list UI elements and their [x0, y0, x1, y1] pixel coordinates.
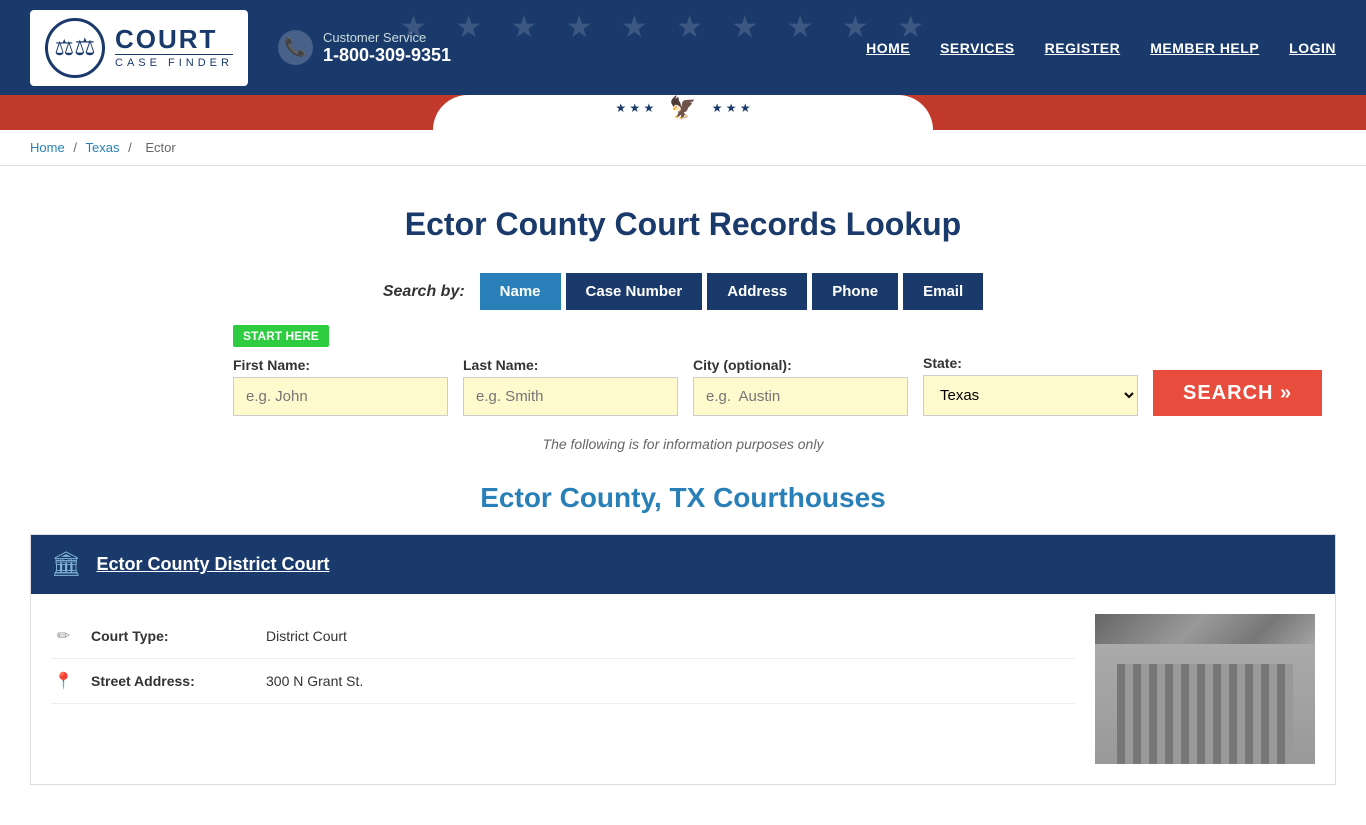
- court-type-label: Court Type:: [91, 628, 251, 644]
- nav-register[interactable]: REGISTER: [1045, 40, 1121, 56]
- first-name-group: First Name:: [233, 357, 448, 416]
- tab-name[interactable]: Name: [480, 273, 561, 310]
- tab-email[interactable]: Email: [903, 273, 983, 310]
- start-here-badge: START HERE: [233, 325, 329, 347]
- street-address-label: Street Address:: [91, 673, 251, 689]
- courthouse-body: ✏ Court Type: District Court 📍 Street Ad…: [31, 594, 1335, 784]
- city-label: City (optional):: [693, 357, 908, 373]
- breadcrumb-state[interactable]: Texas: [86, 140, 120, 155]
- nav-services[interactable]: SERVICES: [940, 40, 1015, 56]
- main-content: Ector County Court Records Lookup Search…: [0, 166, 1366, 825]
- phone-icon: 📞: [278, 30, 313, 65]
- tab-case-number[interactable]: Case Number: [566, 273, 703, 310]
- nav-home[interactable]: HOME: [866, 40, 910, 56]
- search-button[interactable]: SEARCH »: [1153, 370, 1322, 416]
- courthouse-details: ✏ Court Type: District Court 📍 Street Ad…: [51, 614, 1075, 764]
- main-nav: HOME SERVICES REGISTER MEMBER HELP LOGIN: [866, 40, 1336, 56]
- search-by-label: Search by:: [383, 283, 465, 301]
- first-name-label: First Name:: [233, 357, 448, 373]
- logo-court-label: COURT: [115, 26, 233, 52]
- customer-service-info: Customer Service 1-800-309-9351: [323, 30, 451, 66]
- search-section: Search by: Name Case Number Address Phon…: [233, 273, 1133, 452]
- nav-login[interactable]: LOGIN: [1289, 40, 1336, 56]
- street-address-row: 📍 Street Address: 300 N Grant St.: [51, 659, 1075, 704]
- courthouses-title: Ector County, TX Courthouses: [30, 482, 1336, 514]
- court-type-value: District Court: [266, 628, 347, 644]
- customer-service-phone: 1-800-309-9351: [323, 45, 451, 65]
- courthouse-image: [1095, 614, 1315, 764]
- courthouse-image-placeholder: [1095, 614, 1315, 764]
- courthouse-card: 🏛 Ector County District Court ✏ Court Ty…: [30, 534, 1336, 785]
- court-type-icon: ✏: [51, 626, 76, 646]
- search-form: First Name: Last Name: City (optional): …: [233, 355, 1133, 416]
- courthouse-icon: 🏛: [51, 550, 81, 579]
- breadcrumb-county: Ector: [145, 140, 175, 155]
- breadcrumb-sep-2: /: [128, 140, 135, 155]
- breadcrumb-home[interactable]: Home: [30, 140, 65, 155]
- breadcrumb: Home / Texas / Ector: [0, 130, 1366, 166]
- page-title: Ector County Court Records Lookup: [30, 206, 1336, 243]
- building-graphic: [1095, 644, 1315, 764]
- courthouse-name[interactable]: Ector County District Court: [96, 554, 329, 575]
- logo-text: COURT CASE FINDER: [115, 26, 233, 69]
- logo-case-finder-label: CASE FINDER: [115, 54, 233, 69]
- customer-service: 📞 Customer Service 1-800-309-9351: [278, 30, 451, 66]
- court-type-row: ✏ Court Type: District Court: [51, 614, 1075, 659]
- city-group: City (optional):: [693, 357, 908, 416]
- breadcrumb-sep-1: /: [73, 140, 80, 155]
- last-name-group: Last Name:: [463, 357, 678, 416]
- eagle-content: ★ ★ ★ 🦅 ★ ★ ★: [615, 95, 750, 121]
- street-address-value: 300 N Grant St.: [266, 673, 363, 689]
- eagle-stars-right: ★ ★ ★: [712, 101, 751, 115]
- address-icon: 📍: [51, 671, 76, 691]
- eagle-symbol: 🦅: [669, 95, 696, 121]
- first-name-input[interactable]: [233, 377, 448, 416]
- info-text: The following is for information purpose…: [233, 436, 1133, 452]
- nav-member-help[interactable]: MEMBER HELP: [1150, 40, 1259, 56]
- eagle-stars-left: ★ ★ ★: [615, 101, 654, 115]
- state-group: State: Texas Alabama Alaska Arizona Cali…: [923, 355, 1138, 416]
- eagle-banner: ★ ★ ★ 🦅 ★ ★ ★: [0, 95, 1366, 130]
- logo-link[interactable]: ⚖ COURT CASE FINDER: [30, 10, 248, 86]
- tab-address[interactable]: Address: [707, 273, 807, 310]
- site-header: ⚖ COURT CASE FINDER 📞 Customer Service 1…: [0, 0, 1366, 95]
- city-input[interactable]: [693, 377, 908, 416]
- search-by-row: Search by: Name Case Number Address Phon…: [233, 273, 1133, 310]
- customer-service-label: Customer Service: [323, 30, 451, 45]
- tab-phone[interactable]: Phone: [812, 273, 898, 310]
- courthouse-header: 🏛 Ector County District Court: [31, 535, 1335, 594]
- last-name-input[interactable]: [463, 377, 678, 416]
- logo-icon: ⚖: [45, 18, 105, 78]
- state-label: State:: [923, 355, 1138, 371]
- last-name-label: Last Name:: [463, 357, 678, 373]
- state-select[interactable]: Texas Alabama Alaska Arizona California …: [923, 375, 1138, 416]
